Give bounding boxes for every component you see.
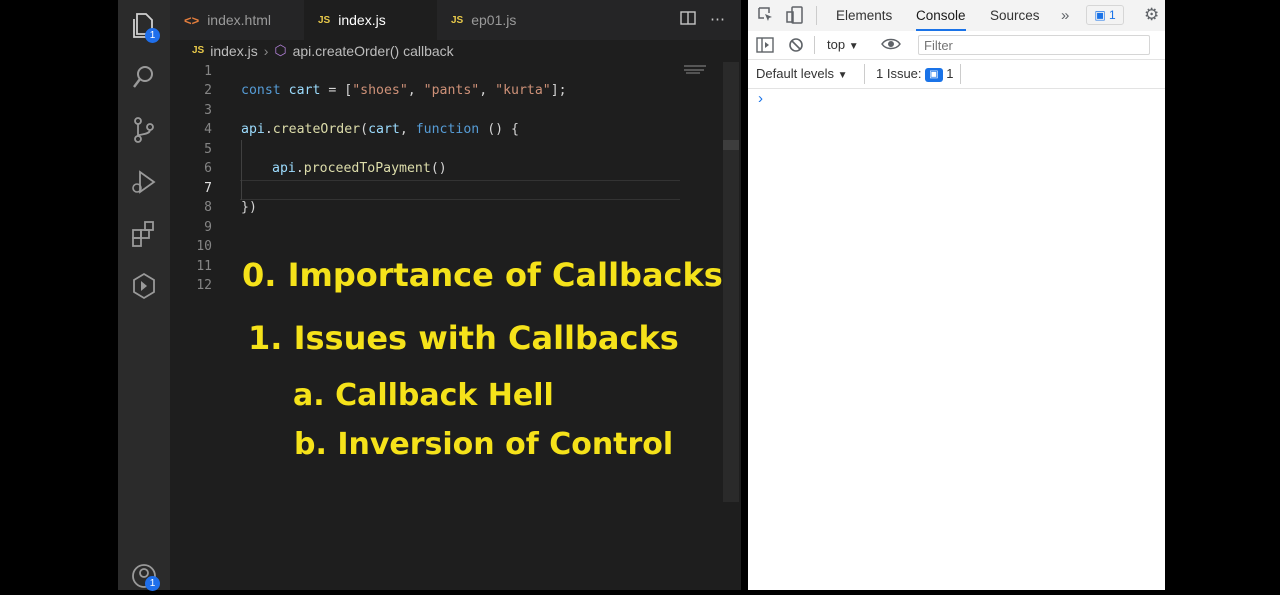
breadcrumb-symbol[interactable]: api.createOrder() callback: [293, 43, 454, 59]
console-toolbar: top ▼: [748, 31, 1165, 60]
line-number: 6: [204, 161, 212, 176]
js-file-icon: JS: [451, 14, 464, 26]
line-number: 5: [204, 142, 212, 157]
tab-index-html[interactable]: <> index.html: [170, 0, 296, 40]
js-file-icon: JS: [318, 14, 331, 26]
console-settings-row: Default levels ▼ 1 Issue: ▣ 1: [748, 60, 1165, 89]
breadcrumb-file[interactable]: index.js: [210, 43, 257, 59]
log-levels-dropdown[interactable]: Default levels ▼: [756, 66, 848, 81]
search-icon[interactable]: [131, 64, 157, 90]
tab-label: index.html: [207, 12, 271, 28]
method-cube-icon: ⬡: [274, 42, 287, 58]
tab-index-js[interactable]: JS index.js: [304, 0, 437, 40]
line-number: 12: [196, 278, 212, 293]
tab-label: ep01.js: [471, 12, 517, 28]
context-selector[interactable]: top ▼: [827, 37, 859, 52]
tab-elements[interactable]: Elements: [836, 0, 892, 31]
line-number: 2: [204, 83, 212, 98]
line-number: 3: [204, 103, 212, 118]
more-actions-icon[interactable]: ⋯: [710, 10, 725, 30]
issues-label: 1 Issue:: [876, 66, 922, 81]
remote-explorer-icon[interactable]: [131, 272, 157, 300]
issues-counter: 1: [1109, 8, 1116, 22]
message-icon: ▣: [1094, 8, 1106, 22]
divider: [814, 36, 815, 54]
code-line: api.proceedToPayment(): [272, 161, 447, 176]
explorer-badge: 1: [145, 28, 160, 43]
overlay-item-1a: a. Callback Hell: [293, 378, 554, 413]
html-file-icon: <>: [184, 12, 200, 28]
issues-link[interactable]: 1 Issue: ▣ 1: [876, 66, 953, 82]
divider: [864, 64, 865, 84]
minimap[interactable]: [682, 62, 722, 82]
issues-count: 1: [946, 66, 954, 81]
code-line: }): [241, 200, 257, 215]
inspect-element-icon[interactable]: [758, 7, 774, 28]
run-debug-icon[interactable]: [131, 168, 157, 194]
tab-label: index.js: [338, 12, 386, 28]
dropdown-arrow-icon: ▼: [848, 41, 859, 52]
accounts-badge: 1: [145, 576, 160, 591]
explorer-files-icon[interactable]: 1: [131, 12, 160, 43]
tab-ep01-js[interactable]: JS ep01.js: [437, 0, 557, 40]
line-number: 11: [196, 259, 212, 274]
tab-console[interactable]: Console: [916, 0, 966, 31]
js-file-icon: JS: [192, 45, 205, 56]
vertical-scrollbar[interactable]: [723, 62, 739, 502]
line-number: 4: [204, 122, 212, 137]
console-prompt-icon[interactable]: ›: [758, 90, 763, 107]
levels-label: Default levels: [756, 66, 835, 81]
clear-console-icon[interactable]: [788, 37, 804, 58]
split-editor-icon[interactable]: [680, 10, 696, 30]
code-line: const cart = ["shoes", "pants", "kurta"]…: [241, 83, 567, 98]
code-line: api.createOrder(cart, function () {: [241, 122, 519, 137]
context-label: top: [827, 37, 846, 52]
letterbox-left: [0, 0, 118, 590]
letterbox-right: [1165, 0, 1280, 590]
divider: [816, 6, 817, 25]
dropdown-arrow-icon: ▼: [837, 70, 848, 81]
code-editor: <> index.html JS index.js JS ep01.js ⋯ J…: [170, 0, 741, 590]
overlay-item-1: 1. Issues with Callbacks: [248, 319, 679, 357]
chevron-right-icon: ›: [263, 42, 269, 59]
accounts-icon[interactable]: 1: [131, 562, 160, 591]
settings-gear-icon[interactable]: ⚙: [1144, 6, 1159, 24]
line-number: 1: [204, 64, 212, 79]
show-sidebar-icon[interactable]: [756, 37, 774, 58]
overlay-item-1b: b. Inversion of Control: [294, 427, 674, 462]
devtools-panel: Elements Console Sources » ▣ 1 ⚙ top ▼ D…: [748, 0, 1165, 590]
current-line-highlight: [240, 180, 680, 200]
line-number: 10: [196, 239, 212, 254]
line-number: 7: [204, 181, 212, 196]
source-control-icon[interactable]: [131, 116, 157, 143]
activity-bar: 1 1: [118, 0, 170, 591]
more-tabs-icon[interactable]: »: [1061, 0, 1069, 31]
scrollbar-thumb[interactable]: [723, 140, 739, 150]
message-icon: ▣: [925, 67, 943, 82]
line-number: 9: [204, 220, 212, 235]
tab-sources[interactable]: Sources: [990, 0, 1040, 31]
issues-counter-button[interactable]: ▣ 1: [1086, 5, 1124, 25]
line-number: 8: [204, 200, 212, 215]
filter-input[interactable]: [918, 35, 1150, 55]
breadcrumb: JS index.js › ⬡ api.createOrder() callba…: [192, 42, 454, 59]
editor-tab-bar: <> index.html JS index.js JS ep01.js ⋯: [170, 0, 741, 40]
live-expression-eye-icon[interactable]: [881, 36, 901, 57]
device-toolbar-icon[interactable]: [786, 6, 804, 29]
indent-guide: [241, 140, 242, 200]
extensions-icon[interactable]: [131, 220, 157, 247]
overlay-item-0: 0. Importance of Callbacks: [242, 256, 723, 294]
divider: [960, 64, 961, 84]
devtools-toolbar: Elements Console Sources » ▣ 1 ⚙: [748, 0, 1165, 32]
